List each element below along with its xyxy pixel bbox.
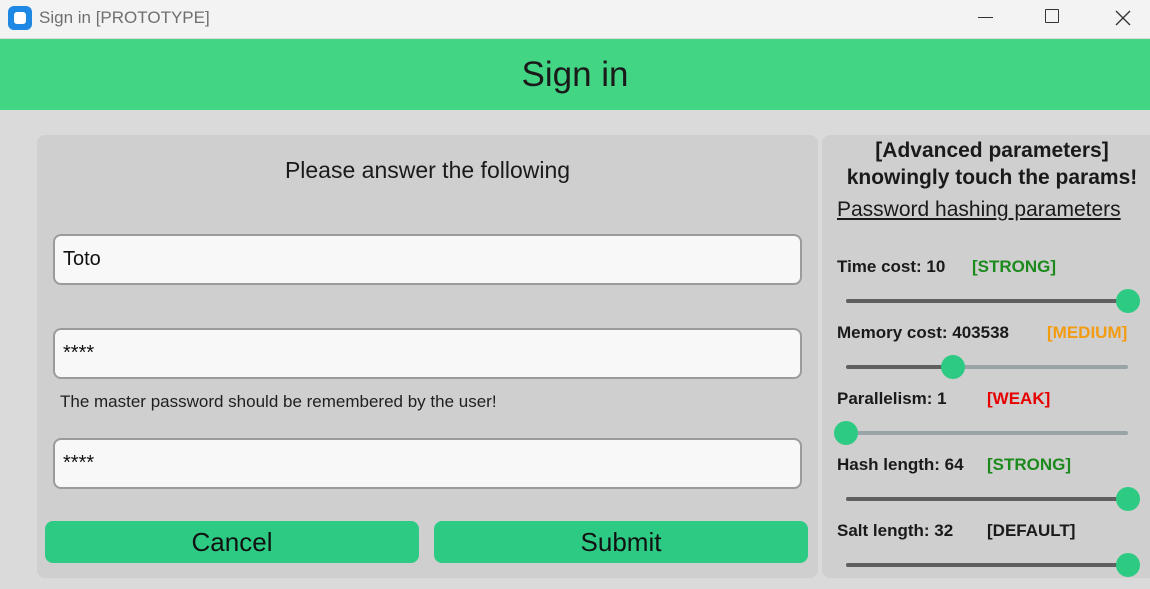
username-field[interactable]: Toto (53, 234, 802, 285)
slider-fill (846, 563, 1128, 567)
salt-length-slider[interactable] (846, 552, 1140, 578)
time-cost-level: [STRONG] (972, 257, 1057, 276)
memory-cost-level: [MEDIUM] (1047, 323, 1128, 342)
advanced-title-line2: knowingly touch the params! (846, 166, 1138, 189)
master-password-field[interactable]: **** (53, 328, 802, 379)
hash-length-slider[interactable] (846, 486, 1140, 512)
memory-cost-slider[interactable] (846, 354, 1128, 380)
cancel-button[interactable]: Cancel (45, 521, 419, 563)
slider-thumb[interactable] (1116, 289, 1140, 313)
time-cost-slider[interactable] (846, 288, 1140, 314)
slider-fill (846, 299, 1128, 303)
close-button[interactable] (1094, 0, 1150, 36)
maximize-button[interactable] (1024, 0, 1080, 36)
close-icon (1115, 10, 1131, 26)
hash-length-label: Hash length: 64 (837, 455, 964, 474)
advanced-parameters-panel: [Advanced parameters] knowingly touch th… (822, 135, 1150, 578)
window-title: Sign in [PROTOTYPE] (39, 8, 210, 27)
parallelism-slider[interactable] (834, 420, 1128, 446)
header-banner: Sign in (0, 39, 1150, 110)
slider-thumb[interactable] (941, 355, 966, 379)
parallelism-label: Parallelism: 1 (837, 389, 947, 408)
advanced-title-line1: [Advanced parameters] (875, 139, 1109, 162)
salt-length-label: Salt length: 32 (837, 521, 954, 540)
slider-thumb[interactable] (1116, 487, 1140, 511)
confirm-password-field[interactable]: **** (53, 438, 802, 489)
salt-length-level: [DEFAULT] (987, 521, 1076, 540)
slider-fill (846, 497, 1128, 501)
app-icon (8, 6, 32, 30)
signin-form-panel: Please answer the following Toto **** Th… (37, 135, 818, 578)
memory-cost-label: Memory cost: 403538 (837, 323, 1009, 342)
form-prompt: Please answer the following (284, 157, 571, 183)
parallelism-level: [WEAK] (987, 389, 1051, 408)
password-hint: The master password should be remembered… (60, 392, 497, 411)
title-bar: Sign in [PROTOTYPE] (0, 0, 1150, 38)
slider-track (846, 431, 1128, 435)
hashing-parameters-heading: Password hashing parameters (837, 198, 1121, 221)
slider-fill (846, 365, 954, 369)
submit-button[interactable]: Submit (434, 521, 808, 563)
page-title: Sign in (521, 54, 629, 94)
time-cost-label: Time cost: 10 (837, 257, 946, 276)
slider-thumb[interactable] (834, 421, 858, 445)
minimize-button[interactable] (958, 0, 1014, 36)
advanced-title: [Advanced parameters] knowingly touch th… (822, 137, 1150, 191)
slider-thumb[interactable] (1116, 553, 1140, 577)
hash-length-level: [STRONG] (987, 455, 1072, 474)
